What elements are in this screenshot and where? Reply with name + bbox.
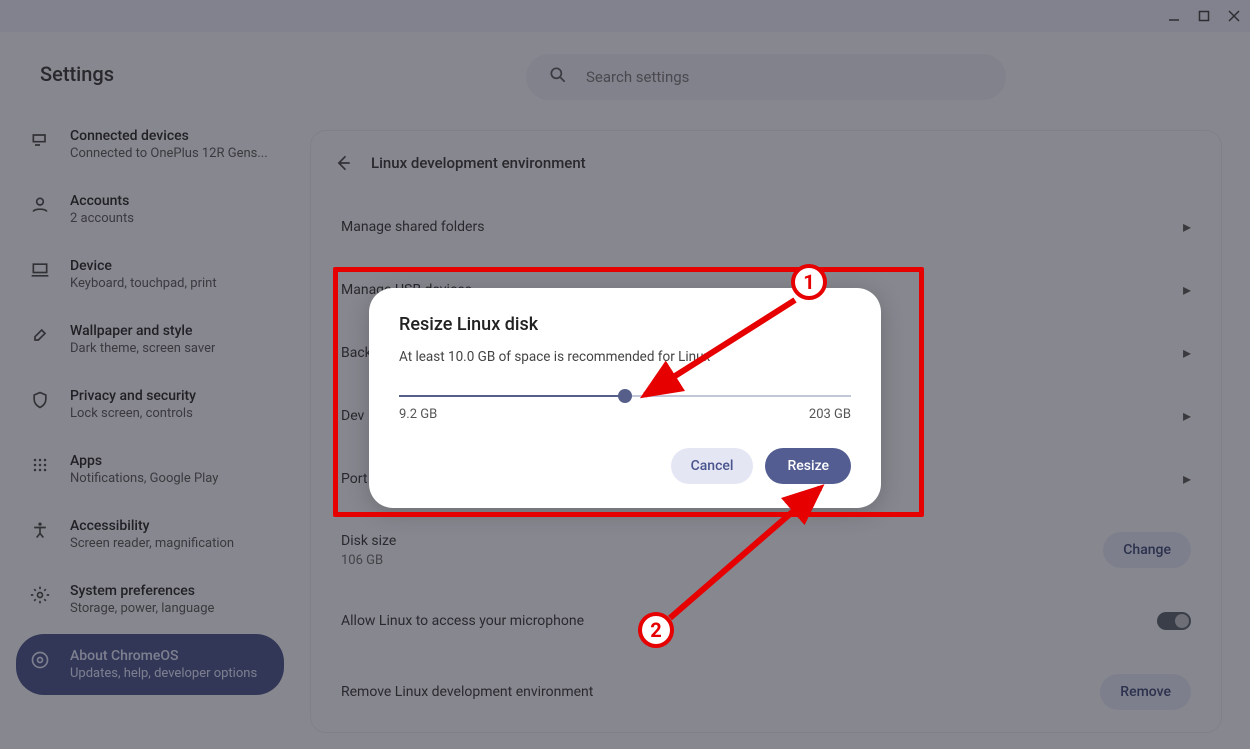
apps-grid-icon (30, 455, 50, 475)
sidebar-item-wallpaper[interactable]: Wallpaper and style Dark theme, screen sa… (16, 309, 284, 370)
row-label: Disk size (341, 533, 396, 549)
row-label: Manage shared folders (341, 219, 484, 235)
brush-icon (30, 325, 50, 345)
chevron-right-icon: ▸ (1183, 406, 1191, 425)
nav-sub: Updates, help, developer options (70, 666, 257, 681)
dialog-description: At least 10.0 GB of space is recommended… (399, 349, 851, 365)
nav-title: Connected devices (70, 128, 268, 144)
chevron-right-icon: ▸ (1183, 469, 1191, 488)
nav-title: Apps (70, 453, 218, 469)
search-input[interactable] (586, 68, 984, 86)
resize-linux-dialog: Resize Linux disk At least 10.0 GB of sp… (369, 288, 881, 508)
chrome-icon (30, 650, 50, 670)
sidebar-item-about-chromeos[interactable]: About ChromeOS Updates, help, developer o… (16, 634, 284, 695)
nav-sub: 2 accounts (70, 211, 134, 226)
nav-title: Device (70, 258, 217, 274)
disk-size-slider[interactable] (399, 395, 851, 397)
row-remove-linux: Remove Linux development environment Rem… (311, 652, 1221, 732)
chevron-right-icon: ▸ (1183, 280, 1191, 299)
nav-sub: Connected to OnePlus 12R Gens... (70, 146, 268, 161)
nav-title: About ChromeOS (70, 648, 257, 664)
chevron-right-icon: ▸ (1183, 343, 1191, 362)
window-close-button[interactable] (1226, 8, 1242, 24)
nav-title: Accounts (70, 193, 134, 209)
nav-title: System preferences (70, 583, 214, 599)
sidebar-item-privacy[interactable]: Privacy and security Lock screen, control… (16, 374, 284, 435)
nav-sub: Dark theme, screen saver (70, 341, 215, 356)
nav-sub: Screen reader, magnification (70, 536, 234, 551)
dialog-title: Resize Linux disk (399, 314, 851, 335)
search-icon (548, 65, 568, 89)
card-title: Linux development environment (371, 154, 586, 172)
nav-sub: Lock screen, controls (70, 406, 196, 421)
accounts-icon (30, 195, 50, 215)
slider-fill (399, 395, 625, 397)
sidebar-item-accounts[interactable]: Accounts 2 accounts (16, 179, 284, 240)
laptop-icon (30, 260, 50, 280)
sidebar-item-accessibility[interactable]: Accessibility Screen reader, magnificatio… (16, 504, 284, 565)
remove-linux-button[interactable]: Remove (1100, 674, 1191, 710)
nav-title: Wallpaper and style (70, 323, 215, 339)
resize-button[interactable]: Resize (765, 448, 851, 484)
slider-thumb[interactable] (618, 389, 632, 403)
accessibility-icon (30, 520, 50, 540)
shield-icon (30, 390, 50, 410)
slider-min-label: 9.2 GB (399, 407, 437, 422)
sidebar-item-connected-devices[interactable]: Connected devices Connected to OnePlus 12… (16, 114, 284, 175)
nav-sub: Keyboard, touchpad, print (70, 276, 217, 291)
sidebar-item-system[interactable]: System preferences Storage, power, langua… (16, 569, 284, 630)
chevron-right-icon: ▸ (1183, 217, 1191, 236)
sidebar-item-apps[interactable]: Apps Notifications, Google Play (16, 439, 284, 500)
change-disk-button[interactable]: Change (1103, 532, 1191, 568)
window-maximize-button[interactable] (1196, 8, 1212, 24)
row-label: Port (341, 471, 367, 487)
window-titlebar (0, 0, 1250, 32)
row-label: Back (341, 345, 372, 361)
page-title: Settings (16, 52, 284, 110)
devices-icon (30, 130, 50, 150)
slider-max-label: 203 GB (809, 407, 851, 422)
row-linux-microphone: Allow Linux to access your microphone (311, 590, 1221, 652)
search-bar[interactable] (526, 54, 1006, 100)
microphone-toggle[interactable] (1157, 612, 1191, 630)
row-label: Remove Linux development environment (341, 684, 593, 700)
disk-size-value: 106 GB (341, 553, 396, 568)
row-disk-size: Disk size 106 GB Change (311, 510, 1221, 590)
row-manage-shared-folders[interactable]: Manage shared folders ▸ (311, 195, 1221, 258)
nav-title: Privacy and security (70, 388, 196, 404)
sidebar: Settings Connected devices Connected to O… (0, 32, 300, 749)
card-header: Linux development environment (311, 131, 1221, 195)
back-button[interactable] (333, 153, 353, 173)
nav-sub: Storage, power, language (70, 601, 214, 616)
cancel-button[interactable]: Cancel (671, 448, 754, 484)
sidebar-item-device[interactable]: Device Keyboard, touchpad, print (16, 244, 284, 305)
gear-icon (30, 585, 50, 605)
nav-sub: Notifications, Google Play (70, 471, 218, 486)
nav-title: Accessibility (70, 518, 234, 534)
window-minimize-button[interactable] (1166, 8, 1182, 24)
row-label: Allow Linux to access your microphone (341, 613, 584, 629)
row-label: Dev (341, 408, 364, 424)
